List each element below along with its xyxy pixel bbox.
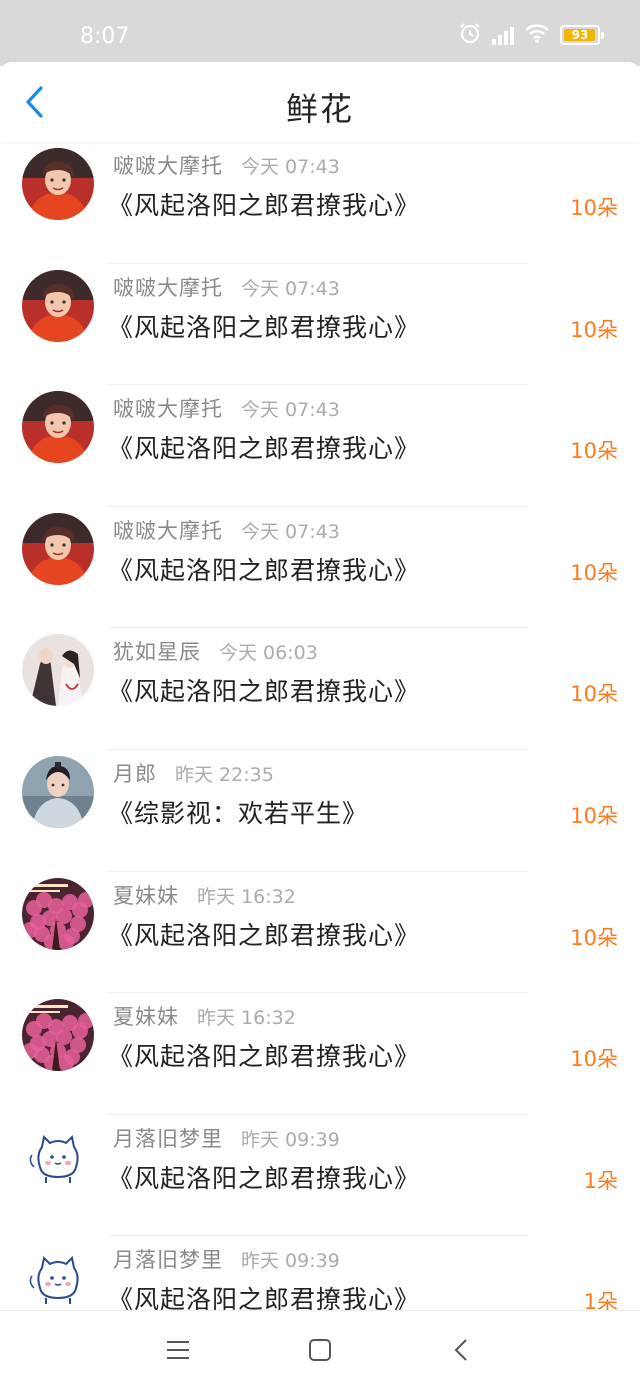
gift-meta: 啵啵大摩托 今天 07:43 bbox=[113, 272, 340, 302]
gift-time: 今天 07:43 bbox=[241, 520, 340, 543]
gift-meta: 啵啵大摩托 今天 07:43 bbox=[113, 150, 340, 180]
user-name[interactable]: 啵啵大摩托 bbox=[113, 154, 223, 178]
user-avatar[interactable] bbox=[22, 1120, 94, 1193]
flower-count: 1朵 bbox=[583, 1168, 618, 1193]
user-name[interactable]: 啵啵大摩托 bbox=[113, 519, 223, 543]
menu-icon bbox=[167, 1341, 189, 1359]
flower-count: 10朵 bbox=[570, 560, 618, 585]
gift-time: 昨天 16:32 bbox=[197, 1007, 296, 1030]
user-avatar[interactable] bbox=[22, 148, 94, 220]
gift-meta: 月落旧梦里 昨天 09:39 bbox=[113, 1244, 340, 1274]
book-title[interactable]: 《风起洛阳之郎君撩我心》 bbox=[108, 429, 420, 465]
flower-gift-list[interactable]: 啵啵大摩托 今天 07:43 《风起洛阳之郎君撩我心》 10朵 啵啵大摩托 今天 07:4… bbox=[0, 142, 640, 1310]
alarm-icon bbox=[458, 21, 482, 49]
user-avatar[interactable] bbox=[22, 999, 94, 1072]
gift-row[interactable]: 啵啵大摩托 今天 07:43 《风起洛阳之郎君撩我心》 10朵 bbox=[0, 385, 640, 507]
gift-row[interactable]: 月郎 昨天 22:35 《综影视：欢若平生》 10朵 bbox=[0, 750, 640, 872]
gift-row[interactable]: 犹如星辰 今天 06:03 《风起洛阳之郎君撩我心》 10朵 bbox=[0, 628, 640, 750]
user-avatar[interactable] bbox=[22, 877, 94, 950]
user-avatar[interactable] bbox=[22, 755, 94, 828]
user-avatar[interactable] bbox=[22, 512, 94, 585]
flower-count: 1朵 bbox=[583, 1290, 618, 1310]
book-title[interactable]: 《风起洛阳之郎君撩我心》 bbox=[108, 308, 420, 344]
gift-time: 今天 06:03 bbox=[219, 642, 318, 665]
gift-row[interactable]: 夏妹妹 昨天 16:32 《风起洛阳之郎君撩我心》 10朵 bbox=[0, 872, 640, 994]
flower-count: 10朵 bbox=[570, 925, 618, 950]
user-name[interactable]: 啵啵大摩托 bbox=[113, 397, 223, 421]
gift-time: 昨天 09:39 bbox=[241, 1128, 340, 1151]
book-title[interactable]: 《风起洛阳之郎君撩我心》 bbox=[108, 1280, 420, 1310]
wifi-icon bbox=[524, 22, 550, 48]
book-title[interactable]: 《风起洛阳之郎君撩我心》 bbox=[108, 672, 420, 708]
user-name[interactable]: 夏妹妹 bbox=[113, 1005, 179, 1029]
cellular-signal-icon bbox=[492, 25, 514, 45]
gift-row[interactable]: 月落旧梦里 昨天 09:39 《风起洛阳之郎君撩我心》 1朵 bbox=[0, 1236, 640, 1310]
user-name[interactable]: 月郎 bbox=[113, 762, 157, 786]
status-bar: 8:07 93 bbox=[0, 0, 640, 66]
battery-icon: 93 bbox=[560, 25, 604, 45]
user-avatar[interactable] bbox=[22, 391, 94, 464]
gift-time: 昨天 16:32 bbox=[197, 885, 296, 908]
book-title[interactable]: 《风起洛阳之郎君撩我心》 bbox=[108, 916, 420, 952]
gift-time: 今天 07:43 bbox=[241, 156, 340, 178]
flower-count: 10朵 bbox=[570, 317, 618, 342]
gift-time: 昨天 09:39 bbox=[241, 1250, 340, 1273]
gift-meta: 夏妹妹 昨天 16:32 bbox=[113, 880, 296, 910]
flower-count: 10朵 bbox=[570, 1047, 618, 1072]
gift-meta: 啵啵大摩托 今天 07:43 bbox=[113, 515, 340, 545]
user-avatar[interactable] bbox=[22, 1242, 94, 1310]
home-button[interactable] bbox=[305, 1335, 335, 1365]
menu-button[interactable] bbox=[163, 1335, 193, 1365]
gift-row[interactable]: 月落旧梦里 昨天 09:39 《风起洛阳之郎君撩我心》 1朵 bbox=[0, 1115, 640, 1237]
gift-meta: 啵啵大摩托 今天 07:43 bbox=[113, 393, 340, 423]
gift-time: 今天 07:43 bbox=[241, 399, 340, 422]
gift-row[interactable]: 啵啵大摩托 今天 07:43 《风起洛阳之郎君撩我心》 10朵 bbox=[0, 142, 640, 264]
user-name[interactable]: 月落旧梦里 bbox=[113, 1127, 223, 1151]
flower-count: 10朵 bbox=[570, 196, 618, 220]
flower-count: 10朵 bbox=[570, 439, 618, 464]
user-name[interactable]: 啵啵大摩托 bbox=[113, 276, 223, 300]
triangle-back-icon bbox=[454, 1339, 467, 1361]
user-name[interactable]: 夏妹妹 bbox=[113, 884, 179, 908]
user-name[interactable]: 犹如星辰 bbox=[113, 640, 201, 664]
book-title[interactable]: 《综影视：欢若平生》 bbox=[108, 794, 368, 830]
user-avatar[interactable] bbox=[22, 269, 94, 342]
flower-count: 10朵 bbox=[570, 682, 618, 707]
system-back-button[interactable] bbox=[447, 1335, 477, 1365]
gift-meta: 夏妹妹 昨天 16:32 bbox=[113, 1001, 296, 1031]
gift-row[interactable]: 啵啵大摩托 今天 07:43 《风起洛阳之郎君撩我心》 10朵 bbox=[0, 264, 640, 386]
gift-row[interactable]: 啵啵大摩托 今天 07:43 《风起洛阳之郎君撩我心》 10朵 bbox=[0, 507, 640, 629]
gift-meta: 月落旧梦里 昨天 09:39 bbox=[113, 1123, 340, 1153]
user-avatar[interactable] bbox=[22, 634, 94, 707]
page-title: 鲜花 bbox=[285, 90, 354, 128]
header: 鲜花 bbox=[0, 62, 640, 142]
book-title[interactable]: 《风起洛阳之郎君撩我心》 bbox=[108, 551, 420, 587]
book-title[interactable]: 《风起洛阳之郎君撩我心》 bbox=[108, 186, 420, 222]
battery-level: 93 bbox=[571, 28, 589, 42]
gift-time: 昨天 22:35 bbox=[175, 763, 274, 786]
flower-count: 10朵 bbox=[570, 803, 618, 828]
gift-row[interactable]: 夏妹妹 昨天 16:32 《风起洛阳之郎君撩我心》 10朵 bbox=[0, 993, 640, 1115]
status-time: 8:07 bbox=[80, 24, 130, 49]
user-name[interactable]: 月落旧梦里 bbox=[113, 1248, 223, 1272]
gift-time: 今天 07:43 bbox=[241, 277, 340, 300]
status-icons: 93 bbox=[458, 21, 604, 49]
home-square-icon bbox=[309, 1339, 331, 1361]
system-navigation-bar bbox=[0, 1310, 640, 1387]
book-title[interactable]: 《风起洛阳之郎君撩我心》 bbox=[108, 1159, 420, 1195]
gift-meta: 犹如星辰 今天 06:03 bbox=[113, 636, 318, 666]
book-title[interactable]: 《风起洛阳之郎君撩我心》 bbox=[108, 1037, 420, 1073]
gift-meta: 月郎 昨天 22:35 bbox=[113, 758, 274, 788]
